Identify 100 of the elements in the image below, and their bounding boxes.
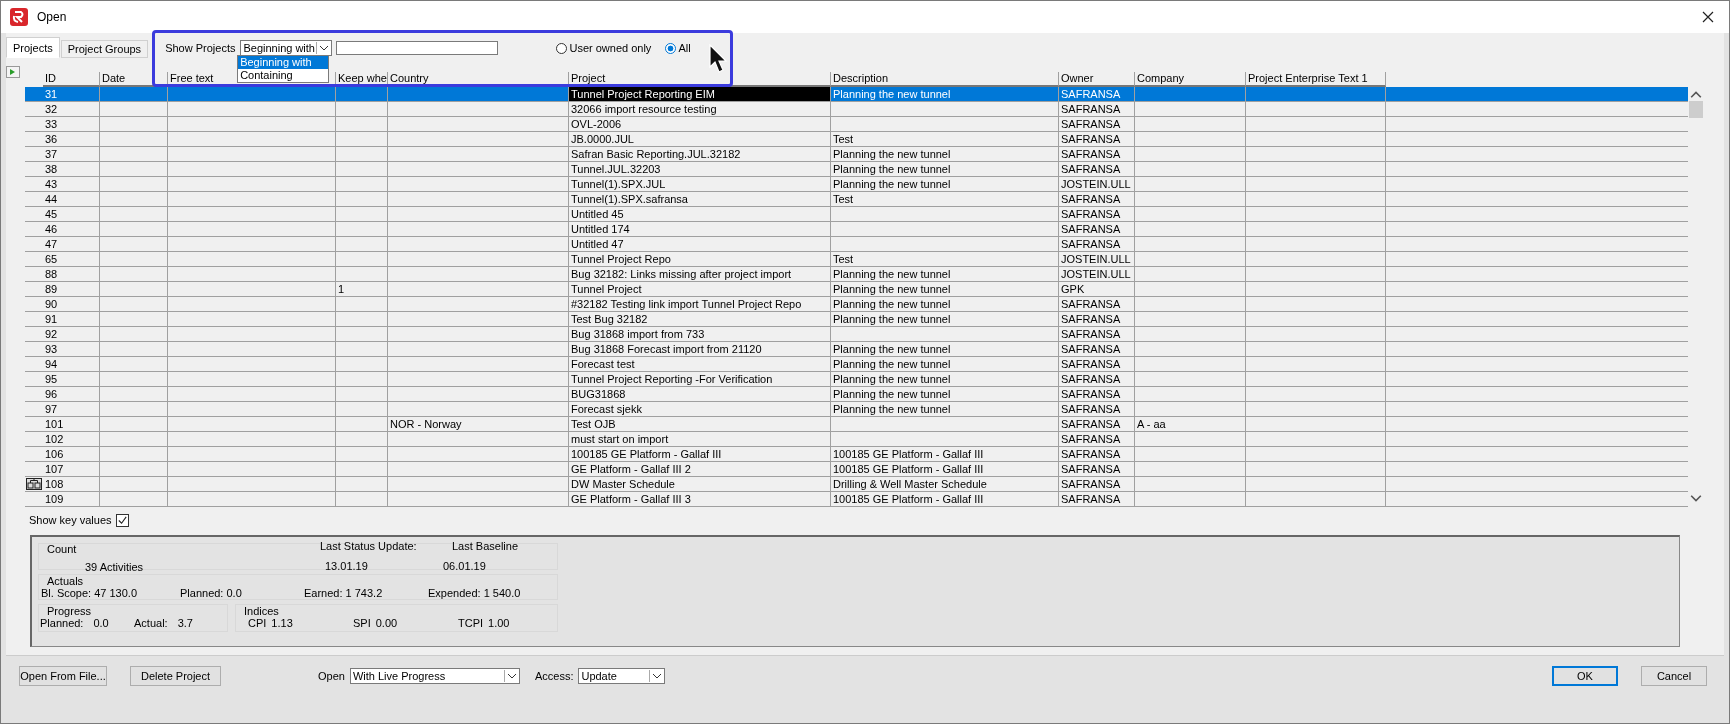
table-cell: 44 [45, 193, 58, 205]
column-header[interactable]: Project Enterprise Text 1 [1246, 72, 1386, 87]
table-cell: SAFRANSA [1061, 103, 1121, 115]
table-cell: OVL-2006 [571, 118, 622, 130]
table-cell: 33 [45, 118, 58, 130]
table-cell: JB.0000.JUL [571, 133, 634, 145]
match-mode-dropdown[interactable]: Beginning with [240, 40, 333, 56]
radio-option[interactable]: User owned only [556, 42, 652, 54]
table-cell: 43 [45, 178, 58, 190]
table-cell: 90 [45, 298, 58, 310]
table-cell: Tunnel Project Reporting EIM [571, 88, 715, 100]
table-cell: Planning the new tunnel [833, 283, 951, 295]
table-cell: 36 [45, 133, 58, 145]
table-cell: SAFRANSA [1061, 433, 1121, 445]
table-cell: 100185 GE Platform - Gallaf III [833, 493, 984, 505]
table-cell: SAFRANSA [1061, 403, 1121, 415]
table-cell: Untitled 47 [571, 238, 624, 250]
table-cell: Test [833, 253, 854, 265]
table-cell: Drilling & Well Master Schedule [833, 478, 987, 490]
chevron-down-icon[interactable] [503, 670, 519, 682]
dialog-button[interactable]: Delete Project [130, 666, 221, 686]
table-cell: SAFRANSA [1061, 223, 1121, 235]
table-cell: Test Bug 32182 [571, 313, 648, 325]
column-header[interactable]: Date [100, 72, 168, 87]
field-label: SPI [353, 617, 371, 629]
group-title: Indices [244, 605, 279, 617]
table-cell: DW Master Schedule [571, 478, 675, 490]
table-cell: SAFRANSA [1061, 133, 1121, 145]
field-value: 0.0 [93, 617, 109, 629]
tab[interactable]: Project Groups [60, 40, 149, 58]
table-cell: SAFRANSA [1061, 163, 1121, 175]
table-cell: 38 [45, 163, 58, 175]
close-icon[interactable] [1702, 11, 1714, 23]
column-header[interactable]: Owner [1059, 72, 1135, 87]
table-cell: Planning the new tunnel [833, 88, 951, 100]
table-cell: SAFRANSA [1061, 313, 1121, 325]
table-cell: SAFRANSA [1061, 118, 1121, 130]
group-title: Actuals [47, 575, 84, 587]
table-cell: 94 [45, 358, 58, 370]
table-cell: Planning the new tunnel [833, 298, 951, 310]
table-cell: Planning the new tunnel [833, 358, 951, 370]
table-cell: Bug 31868 Forecast import from 21120 [571, 343, 762, 355]
table-cell: 31 [45, 88, 58, 100]
table-cell: NOR - Norway [390, 418, 462, 430]
linked-boxes-icon [26, 478, 42, 490]
table-cell: 91 [45, 313, 58, 325]
dropdown-option[interactable]: Containing [238, 69, 329, 82]
table-cell: Forecast sjekk [571, 403, 642, 415]
scroll-thumb[interactable] [1689, 101, 1703, 118]
field-value: Planned: 0.0 [179, 587, 243, 599]
table-cell: Planning the new tunnel [833, 268, 951, 280]
table-cell: Tunnel.JUL.32203 [571, 163, 661, 175]
run-icon[interactable] [6, 66, 20, 78]
ok-button[interactable]: OK [1552, 666, 1618, 686]
table-cell: Planning the new tunnel [833, 343, 951, 355]
table-cell: Safran Basic Reporting.JUL.32182 [571, 148, 741, 160]
tab[interactable]: Projects [6, 37, 60, 58]
table-cell: GPK [1061, 283, 1085, 295]
table-cell: 100185 GE Platform - Gallaf III [571, 448, 722, 460]
table-cell: SAFRANSA [1061, 448, 1121, 460]
checkbox[interactable] [115, 513, 129, 527]
table-cell: 37 [45, 148, 58, 160]
table-cell: JOSTEIN.ULL [1061, 268, 1131, 280]
field-value: 06.01.19 [443, 560, 487, 572]
table-cell: 102 [45, 433, 64, 445]
table-cell: SAFRANSA [1061, 328, 1121, 340]
open-mode-dropdown[interactable]: With Live Progress [349, 668, 520, 684]
table-cell: Test [833, 133, 854, 145]
app-logo-icon [10, 8, 28, 26]
table-cell: Tunnel Project Repo [571, 253, 671, 265]
count-value: 39 Activities [85, 561, 145, 573]
field-value: Bl. Scope: 47 130.0 [40, 587, 138, 599]
checkbox-label: Show key values [29, 514, 112, 526]
column-header[interactable]: ID [43, 72, 100, 87]
table-cell: SAFRANSA [1061, 358, 1121, 370]
table-cell: #32182 Testing link import Tunnel Project Repo [571, 298, 802, 310]
table-cell: GE Platform - Gallaf III 3 [571, 493, 691, 505]
table-cell: 97 [45, 403, 58, 415]
dialog-button[interactable]: Open From File... [19, 666, 107, 686]
table-cell: SAFRANSA [1061, 88, 1121, 100]
table-cell: GE Platform - Gallaf III 2 [571, 463, 691, 475]
dropdown-option[interactable]: Beginning with [238, 56, 329, 69]
column-header[interactable]: Description [831, 72, 1059, 87]
search-field[interactable] [336, 41, 499, 55]
table-cell: SAFRANSA [1061, 238, 1121, 250]
radio-option[interactable]: All [665, 42, 691, 54]
table-cell: Untitled 45 [571, 208, 624, 220]
table-cell: Planning the new tunnel [833, 163, 951, 175]
table-cell: SAFRANSA [1061, 463, 1121, 475]
access-dropdown[interactable]: Update [578, 668, 666, 684]
table-cell: Forecast test [571, 358, 635, 370]
filter-label: Show Projects [165, 42, 236, 54]
field-label: Access: [534, 670, 574, 682]
column-header[interactable]: Company [1135, 72, 1246, 87]
field-label: Last Baseline [452, 540, 519, 552]
field-value: Expended: 1 540.0 [427, 587, 522, 599]
table-cell: Untitled 174 [571, 223, 630, 235]
field-label: Actual: [134, 617, 168, 629]
cancel-button[interactable]: Cancel [1641, 666, 1707, 686]
field-label: Last Status Update: [320, 540, 418, 552]
